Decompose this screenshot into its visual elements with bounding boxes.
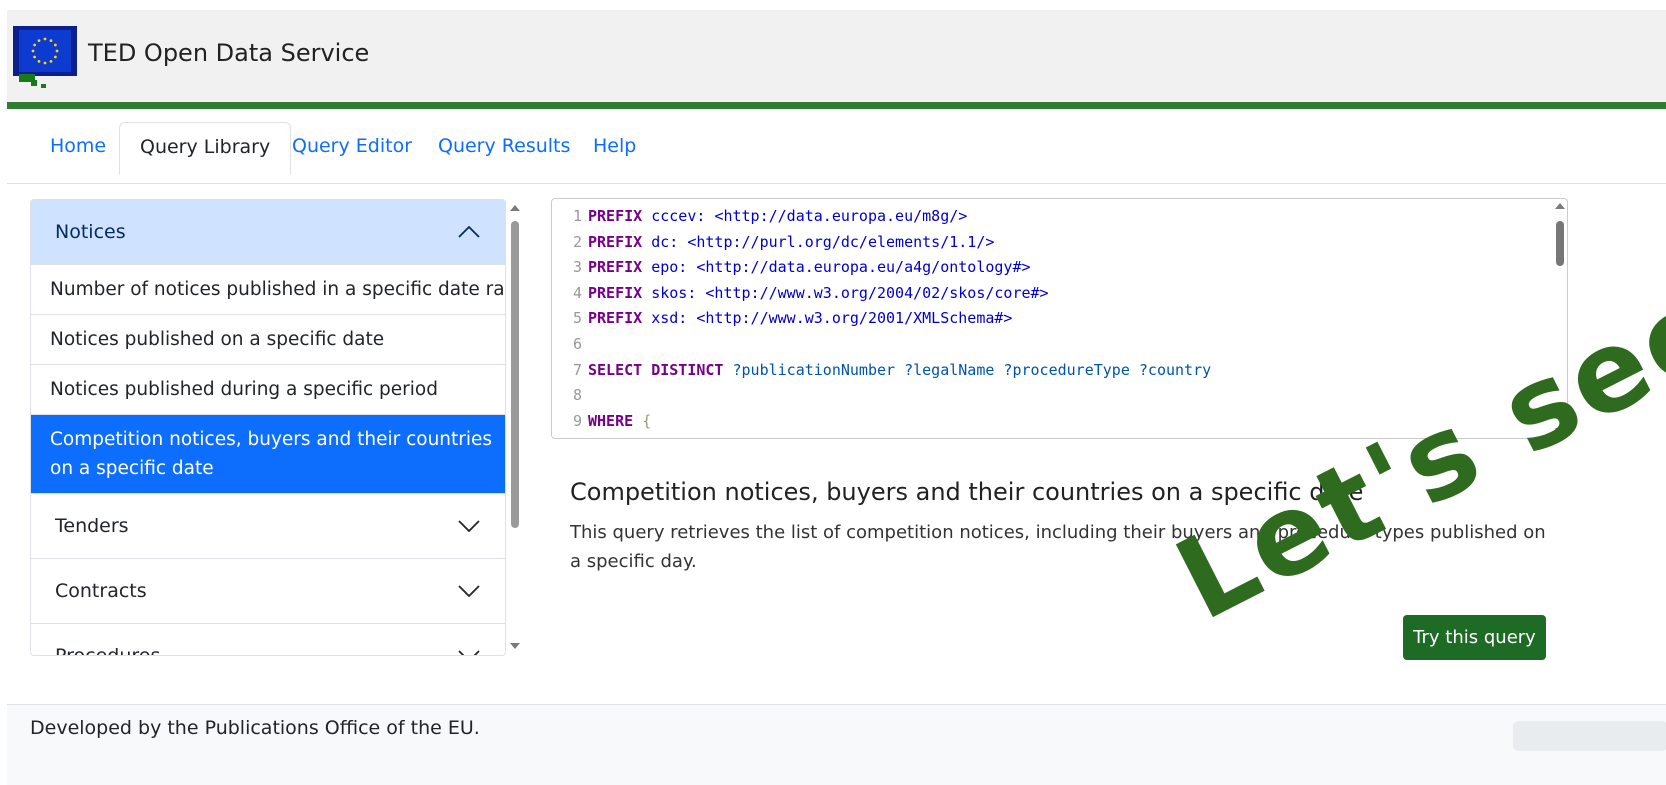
accordion-section-procedures[interactable]: Procedures	[31, 624, 505, 656]
section-label: Procedures	[55, 645, 161, 656]
query-item[interactable]: Notices published on a specific date	[31, 315, 505, 365]
code-line: 1 PREFIX cccev: <http://data.europa.eu/m8…	[572, 207, 968, 225]
tab-query-editor[interactable]: Query Editor	[272, 122, 432, 172]
section-label: Notices	[55, 221, 126, 243]
code-line: 4 PREFIX skos: <http://www.w3.org/2004/02…	[572, 283, 1049, 302]
sidebar-scrollbar[interactable]	[508, 201, 521, 653]
accordion-section-contracts[interactable]: Contracts	[31, 559, 505, 624]
chevron-up-icon	[457, 200, 481, 264]
tab-query-results[interactable]: Query Results	[418, 122, 590, 172]
try-this-query-button[interactable]: Try this query	[1403, 615, 1546, 660]
scroll-down-arrow-icon[interactable]	[510, 643, 520, 649]
scrollbar-thumb[interactable]	[1556, 221, 1564, 266]
app-title: TED Open Data Service	[88, 39, 370, 67]
chevron-down-icon	[457, 559, 481, 623]
app-header: TED Open Data Service	[7, 10, 1666, 109]
accordion-section-tenders[interactable]: Tenders	[31, 494, 505, 559]
accordion-section-notices[interactable]: Notices	[31, 200, 505, 265]
tab-help[interactable]: Help	[573, 122, 656, 172]
query-item[interactable]: Number of notices published in a specifi…	[31, 265, 505, 315]
code-line: 6	[572, 334, 582, 353]
tab-query-library[interactable]: Query Library	[119, 122, 292, 175]
scroll-up-arrow-icon[interactable]	[510, 205, 520, 211]
query-item-active[interactable]: Competition notices, buyers and their co…	[31, 415, 505, 494]
code-line: 3 PREFIX epo: <http://data.europa.eu/a4g/…	[572, 258, 1031, 277]
nav-tabs: Home Query Library Query Editor Query Re…	[7, 109, 1666, 184]
code-line: 5 PREFIX xsd: <http://www.w3.org/2001/XML…	[572, 309, 1013, 328]
footer-widget[interactable]	[1513, 721, 1666, 751]
scrollbar-thumb[interactable]	[511, 221, 519, 528]
query-library-accordion: Notices Number of notices published in a…	[30, 199, 506, 656]
code-line: 2 PREFIX dc: <http://purl.org/dc/elements…	[572, 232, 995, 251]
chevron-down-icon	[457, 494, 481, 558]
scroll-up-arrow-icon[interactable]	[1555, 203, 1565, 209]
query-item[interactable]: Notices published during a specific peri…	[31, 365, 505, 415]
tab-home[interactable]: Home	[30, 122, 126, 172]
footer-text: Developed by the Publications Office of …	[30, 717, 480, 739]
eu-flag-logo-icon	[13, 26, 77, 88]
page: TED Open Data Service Home Query Library…	[7, 10, 1666, 785]
code-line: 7 SELECT DISTINCT ?publicationNumber ?leg…	[572, 360, 1212, 379]
section-label: Contracts	[55, 580, 147, 602]
section-label: Tenders	[55, 515, 129, 537]
chevron-down-icon	[457, 624, 481, 655]
footer: Developed by the Publications Office of …	[7, 704, 1666, 785]
